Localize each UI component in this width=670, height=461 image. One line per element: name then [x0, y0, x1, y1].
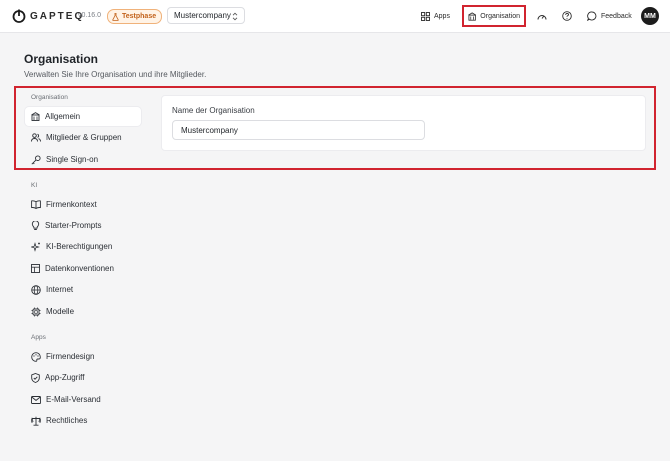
page-title: Organisation	[24, 52, 99, 66]
sparkles-icon	[31, 241, 40, 252]
sidebar-item-modelle[interactable]: Modelle	[25, 302, 141, 321]
chip-icon	[31, 307, 41, 316]
gauge-icon	[537, 14, 547, 20]
company-switcher[interactable]: Mustercompany	[167, 7, 245, 24]
shield-check-icon	[31, 372, 40, 383]
sidebar-item-label: KI-Berechtigungen	[46, 242, 113, 251]
organisation-settings-card: Name der Organisation	[161, 95, 646, 151]
org-name-label: Name der Organisation	[172, 106, 255, 115]
table-icon	[31, 264, 40, 273]
sidebar-item-ki-berechtigungen[interactable]: KI-Berechtigungen	[25, 237, 141, 256]
section-label-organisation: Organisation	[31, 94, 68, 101]
company-name: Mustercompany	[174, 11, 231, 20]
sidebar-item-single-sign-on[interactable]: Single Sign-on	[25, 150, 141, 169]
sidebar-item-firmendesign[interactable]: Firmendesign	[25, 347, 141, 366]
building-icon	[468, 11, 477, 21]
page-subtitle: Verwalten Sie Ihre Organisation und ihre…	[24, 70, 207, 79]
sidebar-item-internet[interactable]: Internet	[25, 280, 141, 299]
top-header: GAPTEQ v0.16.0 Testphase Mustercompany A…	[0, 0, 670, 33]
sidebar-item-label: Single Sign-on	[46, 155, 99, 164]
brand-name: GAPTEQ	[30, 11, 85, 22]
feedback-label: Feedback	[601, 12, 632, 20]
sidebar-item-label: Mitglieder & Gruppen	[46, 133, 122, 142]
sidebar-item-label: Starter-Prompts	[45, 221, 102, 230]
sidebar-item-firmenkontext[interactable]: Firmenkontext	[25, 195, 141, 214]
sidebar-item-label: Datenkonventionen	[45, 264, 114, 273]
key-icon	[31, 154, 41, 165]
sidebar-item-allgemein[interactable]: Allgemein	[25, 107, 141, 126]
sidebar-item-label: App-Zugriff	[45, 373, 85, 382]
trial-badge-label: Testphase	[122, 13, 157, 20]
sidebar-item-email-versand[interactable]: E-Mail-Versand	[25, 390, 141, 409]
sidebar-item-label: Internet	[46, 285, 74, 294]
lightbulb-icon	[31, 220, 40, 230]
gapteq-logo-icon[interactable]	[12, 9, 26, 23]
apps-button[interactable]: Apps	[421, 7, 450, 25]
user-avatar[interactable]: MM	[641, 7, 659, 25]
users-icon	[31, 133, 41, 142]
sidebar-item-app-zugriff[interactable]: App-Zugriff	[25, 368, 141, 387]
sidebar-item-starter-prompts[interactable]: Starter-Prompts	[25, 216, 141, 235]
sidebar-item-label: E-Mail-Versand	[46, 395, 101, 404]
trial-badge: Testphase	[107, 9, 163, 24]
organisation-label: Organisation	[480, 12, 520, 20]
sidebar-item-label: Allgemein	[45, 112, 81, 121]
speed-button[interactable]	[537, 7, 547, 25]
app-version: v0.16.0	[78, 12, 101, 19]
sidebar-item-label: Rechtliches	[46, 416, 88, 425]
org-name-input[interactable]	[172, 120, 425, 140]
book-icon	[31, 200, 41, 209]
sidebar-item-mitglieder[interactable]: Mitglieder & Gruppen	[25, 128, 141, 147]
feedback-button[interactable]: Feedback	[587, 7, 632, 25]
section-label-apps: Apps	[31, 334, 46, 341]
apps-label: Apps	[434, 12, 450, 20]
sidebar-item-label: Firmenkontext	[46, 200, 97, 209]
chevron-up-down-icon	[232, 12, 238, 21]
palette-icon	[31, 351, 41, 362]
chat-bubble-icon	[587, 11, 597, 21]
sidebar-item-rechtliches[interactable]: Rechtliches	[25, 411, 141, 430]
section-label-ki: KI	[31, 182, 38, 189]
organisation-button[interactable]: Organisation	[462, 5, 526, 27]
help-circle-icon	[562, 11, 572, 21]
help-button[interactable]	[562, 7, 572, 25]
grid-icon	[421, 11, 430, 21]
mail-icon	[31, 395, 41, 404]
scale-icon	[31, 416, 41, 426]
sidebar-item-label: Firmendesign	[46, 352, 95, 361]
flask-icon	[112, 12, 119, 21]
building-icon	[31, 112, 40, 121]
sidebar-item-label: Modelle	[46, 307, 75, 316]
globe-icon	[31, 284, 41, 295]
sidebar-item-datenkonventionen[interactable]: Datenkonventionen	[25, 259, 141, 278]
